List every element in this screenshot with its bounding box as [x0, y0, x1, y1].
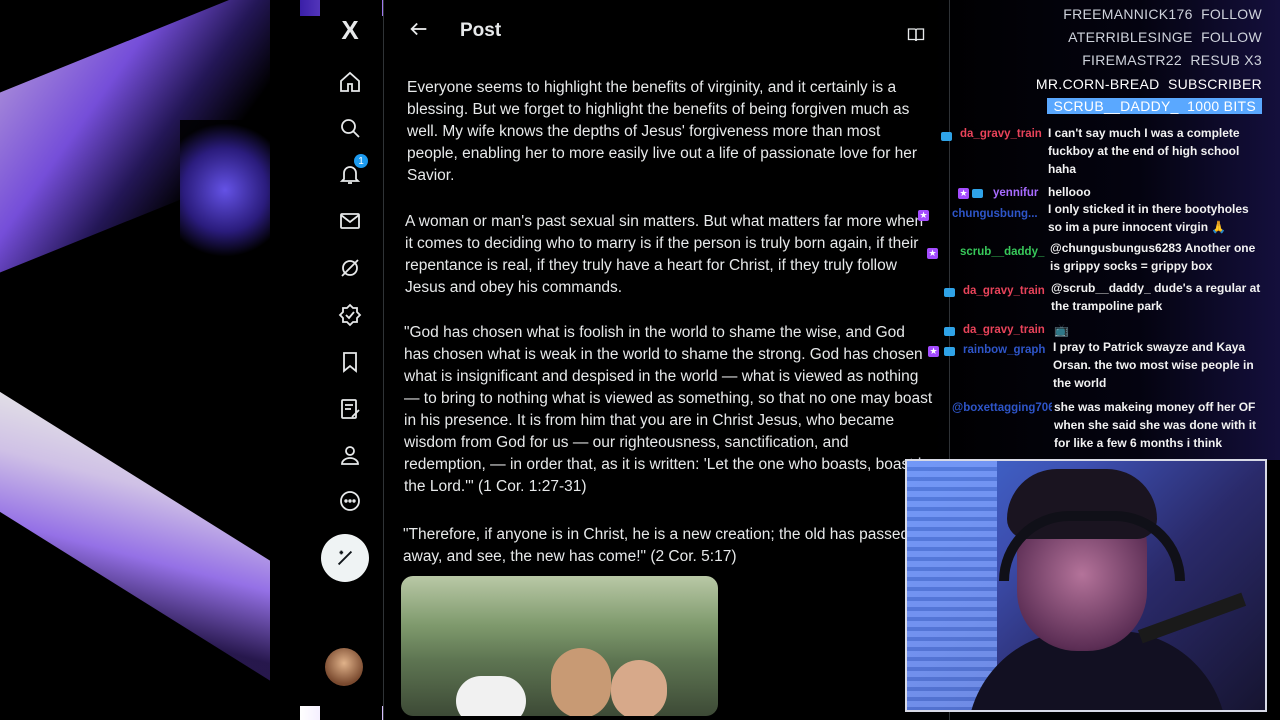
post-paragraph: "Therefore, if anyone is in Christ, he i…: [403, 526, 910, 565]
chat-text: she was makeing money off her OF when sh…: [1054, 400, 1257, 450]
alert-item: FIREMASTR22 RESUB X3: [1082, 52, 1262, 68]
articles-icon[interactable]: [332, 391, 368, 427]
chat-text: I pray to Patrick swayze and Kaya Orsan.…: [1053, 340, 1254, 390]
star-badge-icon: ★: [928, 346, 939, 357]
notification-badge: 1: [354, 154, 368, 168]
chat-text: @scrub__daddy_ dude's a regular at the t…: [1051, 281, 1261, 313]
chat-text: @chungusbungus6283 Another one is grippy…: [1050, 241, 1256, 273]
alert-item: FREEMANNICK176 FOLLOW: [1063, 6, 1262, 22]
subscriber-badge-icon: [944, 347, 955, 356]
star-badge-icon: ★: [958, 188, 969, 199]
messages-icon[interactable]: [332, 203, 368, 239]
star-badge-icon: ★: [918, 210, 929, 221]
chat-username[interactable]: da_gravy_train: [960, 128, 1048, 140]
microphone-arm: [1137, 592, 1247, 644]
chat-username[interactable]: da_gravy_train: [963, 324, 1051, 336]
star-badge-icon: ★: [927, 248, 938, 259]
alert-item: MR.CORN-BREAD SUBSCRIBER: [1035, 76, 1262, 92]
x-logo-icon[interactable]: X: [332, 12, 368, 48]
search-icon[interactable]: [332, 110, 368, 146]
window-blinds: [907, 461, 997, 710]
chat-username[interactable]: da_gravy_train: [963, 285, 1051, 297]
notifications-icon[interactable]: 1: [332, 154, 368, 192]
post-detail-column: Post Everyone seems to highlight the ben…: [383, 0, 950, 720]
home-icon[interactable]: [332, 64, 368, 100]
chat-text: hellooo: [1048, 185, 1091, 199]
bookmarks-icon[interactable]: [332, 344, 368, 380]
account-avatar[interactable]: [325, 648, 363, 686]
subscriber-badge-icon: [944, 288, 955, 297]
stream-chat-overlay: FREEMANNICK176 FOLLOW ATERRIBLESINGE FOL…: [918, 0, 1280, 460]
verified-icon[interactable]: [332, 297, 368, 333]
compose-post-button[interactable]: [321, 534, 369, 582]
post-paragraph: A woman or man's past sexual sin matters…: [405, 213, 924, 296]
webcam-overlay: [905, 459, 1267, 712]
alert-item: ATERRIBLESINGE FOLLOW: [1068, 29, 1262, 45]
subscriber-badge-icon: [941, 132, 952, 141]
profile-icon[interactable]: [332, 437, 368, 473]
glitch-shape: [180, 120, 270, 260]
post-paragraph: "God has chosen what is foolish in the w…: [404, 324, 933, 495]
chat-username[interactable]: rainbow_graph: [963, 344, 1051, 356]
chat-text: 📺: [1054, 323, 1069, 337]
page-title: Post: [460, 20, 502, 41]
alert-item-highlight: SCRUB__DADDY_ 1000 BITS: [1047, 98, 1262, 114]
chat-text: I only sticked it in there bootyholes so…: [1048, 202, 1249, 234]
post-header: Post: [384, 0, 949, 58]
sidebar: X 1: [320, 0, 382, 720]
chat-username[interactable]: @boxettagging706: [952, 402, 1052, 414]
subscriber-badge-icon: [972, 189, 983, 198]
subscriber-badge-icon: [944, 327, 955, 336]
reader-mode-icon[interactable]: [906, 26, 926, 44]
image-figure: [551, 648, 611, 716]
image-figure: [456, 676, 526, 716]
post-paragraph: Everyone seems to highlight the benefits…: [407, 79, 918, 184]
chat-username[interactable]: chungusbung...: [952, 208, 1048, 220]
chat-text: I can't say much I was a complete fuckbo…: [1048, 126, 1240, 176]
glitch-overlay: [0, 0, 270, 720]
back-arrow-icon[interactable]: [408, 18, 430, 40]
glitch-shape: [0, 366, 270, 694]
more-icon[interactable]: [332, 483, 368, 519]
image-figure: [611, 660, 667, 716]
grok-icon[interactable]: [332, 250, 368, 286]
chat-username[interactable]: yennifur: [993, 187, 1048, 199]
post-image[interactable]: [401, 576, 718, 716]
chat-username[interactable]: scrub__daddy_: [960, 246, 1048, 258]
